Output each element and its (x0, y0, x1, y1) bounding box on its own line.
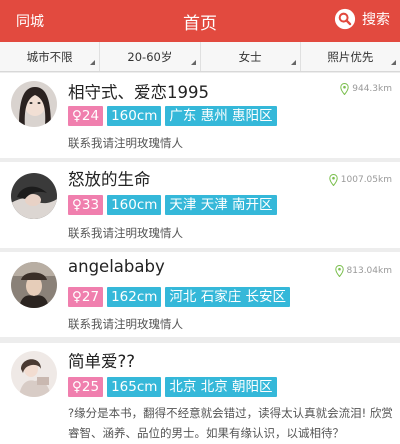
location-pin-icon (340, 83, 349, 95)
age-tag: ♀27 (68, 287, 104, 307)
height-tag: 160cm (107, 106, 162, 126)
motto: 联系我请注明玫瑰情人 (68, 226, 183, 240)
location-tag: 天津 天津 南开区 (165, 195, 277, 215)
dropdown-triangle-icon (90, 60, 96, 65)
tag-row: ♀33 160cm 天津 天津 南开区 (68, 195, 277, 215)
filter-age[interactable]: 20-60岁 (100, 42, 201, 71)
user-card[interactable]: 相守式、爱恋1995 944.3km ♀24 160cm 广东 惠州 惠阳区 联… (0, 73, 400, 158)
avatar[interactable] (11, 81, 57, 127)
top-bar: 同城 首页 搜索 (0, 0, 400, 42)
search-button[interactable]: 搜索 (334, 8, 390, 30)
filter-gender-label: 女士 (238, 49, 262, 64)
portrait-woman-hat-icon (11, 262, 57, 308)
age-tag: ♀24 (68, 106, 104, 126)
age-tag: ♀33 (68, 195, 104, 215)
filter-photo[interactable]: 照片优先 (301, 42, 400, 71)
filter-age-label: 20-60岁 (127, 49, 173, 64)
filter-city-label: 城市不限 (26, 49, 73, 64)
avatar[interactable] (11, 351, 57, 397)
search-icon (334, 8, 356, 30)
motto: 联系我请注明玫瑰情人 (68, 317, 183, 331)
motto: ?缘分是本书，翻得不经意就会错过，读得太认真就会流泪! 欣赏睿智、涵养、品位的男… (68, 406, 393, 440)
distance: 944.3km (340, 83, 392, 95)
portrait-woman-light-icon (11, 351, 57, 397)
distance: 813.04km (334, 265, 392, 277)
filter-bar: 城市不限 20-60岁 女士 照片优先 (0, 42, 400, 72)
location-tag: 广东 惠州 惠阳区 (165, 106, 277, 126)
user-name: 怒放的生命 (68, 170, 151, 189)
tag-row: ♀27 162cm 河北 石家庄 长安区 (68, 287, 291, 307)
motto: 联系我请注明玫瑰情人 (68, 136, 183, 150)
tag-row: ♀24 160cm 广东 惠州 惠阳区 (68, 106, 277, 126)
user-name: angelababy (68, 257, 165, 276)
location-pin-icon (329, 174, 338, 186)
avatar[interactable] (11, 173, 57, 219)
filter-photo-label: 照片优先 (327, 49, 374, 64)
distance: 1007.05km (329, 174, 392, 186)
portrait-woman-dark-icon (11, 173, 57, 219)
portrait-woman-dark-hair-icon (11, 81, 57, 127)
height-tag: 160cm (107, 195, 162, 215)
height-tag: 162cm (107, 287, 162, 307)
user-name: 简单爱?? (68, 352, 136, 371)
age-tag: ♀25 (68, 377, 104, 397)
location-pin-icon (334, 265, 344, 277)
filter-city[interactable]: 城市不限 (0, 42, 101, 71)
search-label: 搜索 (362, 12, 390, 28)
user-card[interactable]: 怒放的生命 1007.05km ♀33 160cm 天津 天津 南开区 联系我请… (0, 162, 400, 248)
filter-gender[interactable]: 女士 (201, 42, 301, 71)
location-tag: 河北 石家庄 长安区 (165, 287, 291, 307)
location-tag: 北京 北京 朝阳区 (165, 377, 277, 397)
user-card[interactable]: angelababy 813.04km ♀27 162cm 河北 石家庄 长安区… (0, 252, 400, 337)
user-card[interactable]: 简单爱?? ♀25 165cm 北京 北京 朝阳区 ?缘分是本书，翻得不经意就会… (0, 343, 400, 444)
distance-value: 944.3km (352, 84, 392, 94)
dropdown-triangle-icon (391, 60, 396, 65)
user-name: 相守式、爱恋1995 (68, 83, 209, 102)
avatar[interactable] (11, 262, 57, 308)
tag-row: ♀25 165cm 北京 北京 朝阳区 (68, 377, 277, 397)
dropdown-triangle-icon (290, 60, 296, 65)
distance-value: 1007.05km (340, 175, 392, 185)
dropdown-triangle-icon (190, 60, 196, 65)
height-tag: 165cm (107, 377, 162, 397)
distance-value: 813.04km (346, 266, 392, 276)
